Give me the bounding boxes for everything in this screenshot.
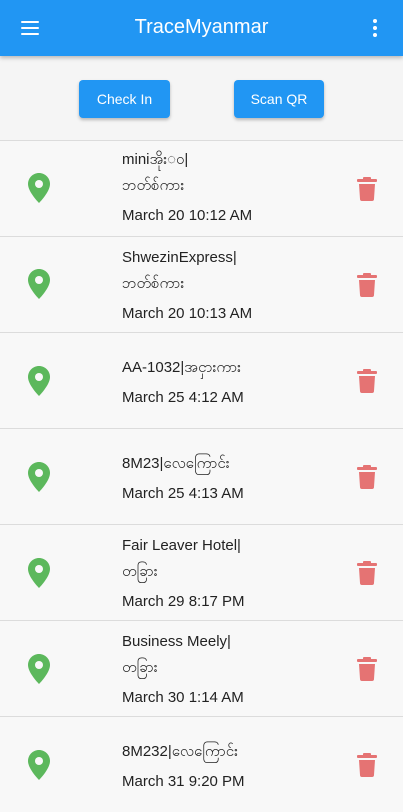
place-category: တခြား	[122, 563, 158, 580]
more-vert-icon	[373, 19, 377, 23]
entry-text: 8M232|လေကြောင်း March 31 9:20 PM	[122, 739, 322, 795]
place-name: 8M23|လေကြောင်း	[122, 455, 230, 472]
check-in-button[interactable]: Check In	[79, 80, 170, 118]
entry-text: Business Meely| တခြား March 30 1:14 AM	[122, 629, 322, 711]
check-in-time: March 20 10:13 AM	[122, 305, 253, 322]
delete-icon[interactable]	[357, 177, 377, 201]
list-item[interactable]: ShwezinExpress| ဘတ်စ်ကား March 20 10:13 …	[0, 236, 403, 332]
location-pin-icon	[28, 462, 50, 492]
place-category: တခြား	[122, 659, 158, 676]
list-item[interactable]: 8M23|လေကြောင်း March 25 4:13 AM	[0, 428, 403, 524]
list-item[interactable]: 8M232|လေကြောင်း March 31 9:20 PM	[0, 716, 403, 812]
scan-qr-button[interactable]: Scan QR	[234, 80, 324, 118]
delete-icon[interactable]	[357, 561, 377, 585]
list-item[interactable]: Fair Leaver Hotel| တခြား March 29 8:17 P…	[0, 524, 403, 620]
app-title: TraceMyanmar	[134, 16, 269, 38]
check-in-time: March 20 10:12 AM	[122, 207, 253, 224]
delete-icon[interactable]	[357, 369, 377, 393]
place-name: Fair Leaver Hotel|	[122, 537, 241, 554]
more-options-button[interactable]	[355, 8, 395, 48]
list-item[interactable]: miniအိုး◌ဝ| ဘတ်စ်ကား March 20 10:12 AM	[0, 140, 403, 236]
location-pin-icon	[28, 269, 50, 299]
place-name: miniအိုး◌ဝ|	[122, 151, 189, 168]
check-in-list: miniအိုး◌ဝ| ဘတ်စ်ကား March 20 10:12 AM S…	[0, 140, 403, 812]
location-pin-icon	[28, 173, 50, 203]
entry-text: miniအိုး◌ဝ| ဘတ်စ်ကား March 20 10:12 AM	[122, 147, 322, 229]
place-name: AA-1032|အငှားကား	[122, 359, 241, 376]
location-pin-icon	[28, 654, 50, 684]
entry-text: ShwezinExpress| ဘတ်စ်ကား March 20 10:13 …	[122, 245, 322, 327]
place-name: 8M232|လေကြောင်း	[122, 743, 238, 760]
place-name: Business Meely|	[122, 633, 231, 650]
delete-icon[interactable]	[357, 753, 377, 777]
place-category: ဘတ်စ်ကား	[122, 177, 185, 194]
check-in-time: March 25 4:12 AM	[122, 389, 244, 406]
location-pin-icon	[28, 366, 50, 396]
location-pin-icon	[28, 750, 50, 780]
check-in-time: March 29 8:17 PM	[122, 593, 245, 610]
delete-icon[interactable]	[357, 465, 377, 489]
delete-icon[interactable]	[357, 657, 377, 681]
app-bar: TraceMyanmar	[0, 0, 403, 56]
place-category: ဘတ်စ်ကား	[122, 275, 185, 292]
location-pin-icon	[28, 558, 50, 588]
check-in-time: March 31 9:20 PM	[122, 773, 245, 790]
entry-text: Fair Leaver Hotel| တခြား March 29 8:17 P…	[122, 533, 322, 615]
entry-text: 8M23|လေကြောင်း March 25 4:13 AM	[122, 451, 322, 507]
check-in-time: March 30 1:14 AM	[122, 689, 244, 706]
list-item[interactable]: Business Meely| တခြား March 30 1:14 AM	[0, 620, 403, 716]
delete-icon[interactable]	[357, 273, 377, 297]
action-bar: Check In Scan QR	[0, 56, 403, 140]
check-in-time: March 25 4:13 AM	[122, 485, 244, 502]
place-name: ShwezinExpress|	[122, 249, 237, 266]
entry-text: AA-1032|အငှားကား March 25 4:12 AM	[122, 355, 322, 411]
list-item[interactable]: AA-1032|အငှားကား March 25 4:12 AM	[0, 332, 403, 428]
